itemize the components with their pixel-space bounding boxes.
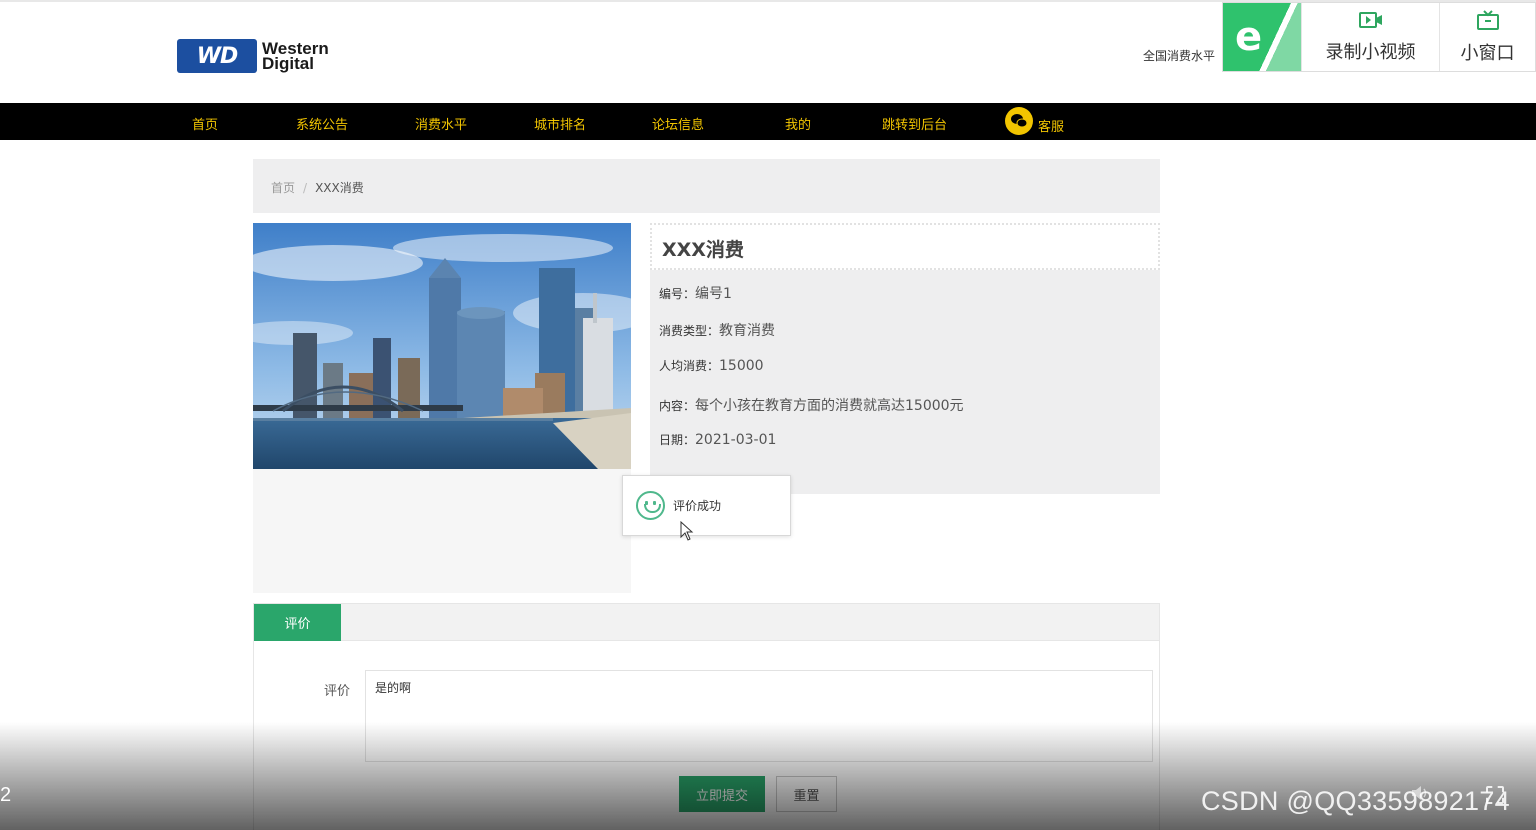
top-link-consumption[interactable]: 全国消费水平 — [1143, 47, 1223, 64]
success-toast: 评价成功 — [622, 475, 791, 536]
nav-consumption-level[interactable]: 消费水平 — [415, 114, 467, 133]
smile-icon — [636, 491, 665, 520]
wd-logo[interactable]: WD Western Digital — [177, 38, 353, 74]
record-video-button[interactable]: 录制小视频 — [1301, 3, 1439, 71]
wd-logo-text: Western Digital — [262, 39, 329, 73]
breadcrumb: 首页 / XXX消费 — [253, 159, 1160, 213]
nav-mine[interactable]: 我的 — [785, 114, 811, 133]
detail-row-id: 编号：编号1 — [659, 286, 732, 302]
breadcrumb-current: XXX消费 — [315, 181, 364, 195]
detail-row-date: 日期：2021-03-01 — [659, 432, 777, 448]
detail-row-per-capita: 人均消费：15000 — [659, 358, 764, 374]
nav-forum[interactable]: 论坛信息 — [652, 114, 704, 133]
nav-home[interactable]: 首页 — [192, 114, 218, 133]
wechat-icon — [1005, 107, 1033, 135]
breadcrumb-separator: / — [303, 181, 308, 195]
customer-service-label: 客服 — [1038, 119, 1065, 135]
nav-city-ranking[interactable]: 城市排名 — [534, 114, 586, 133]
detail-row-content: 内容：每个小孩在教育方面的消费就高达15000元 — [659, 398, 964, 414]
recorder-toolbar: e 录制小视频 小窗口 — [1222, 2, 1536, 72]
video-counter: 2 — [0, 784, 12, 806]
detail-row-type: 消费类型：教育消费 — [659, 323, 776, 339]
main-nav: 首页 系统公告 消费水平 城市排名 论坛信息 我的 跳转到后台 客服 — [0, 103, 1536, 140]
comment-tab-bar: 评价 — [253, 603, 1160, 641]
nav-customer-service[interactable]: 客服 — [1005, 107, 1064, 135]
volume-icon[interactable] — [1410, 784, 1432, 807]
nav-admin[interactable]: 跳转到后台 — [882, 114, 947, 133]
record-video-label: 录制小视频 — [1325, 41, 1416, 63]
mouse-cursor-icon — [680, 521, 694, 541]
submit-button[interactable]: 立即提交 — [679, 776, 765, 812]
comment-label: 评价 — [324, 684, 351, 699]
video-camera-icon — [1358, 11, 1383, 34]
mini-window-label: 小窗口 — [1460, 42, 1515, 64]
mini-window-button[interactable]: 小窗口 — [1439, 3, 1535, 71]
csdn-watermark: CSDN @QQ3359892174 — [1201, 786, 1510, 816]
comment-textarea[interactable]: 是的啊 — [365, 670, 1153, 762]
wd-logo-mark: WD — [177, 39, 257, 73]
tab-comment[interactable]: 评价 — [254, 604, 341, 641]
tv-icon — [1476, 9, 1500, 35]
reset-button[interactable]: 重置 — [776, 776, 837, 812]
nav-announcements[interactable]: 系统公告 — [296, 114, 348, 133]
toast-message: 评价成功 — [673, 499, 722, 513]
city-skyline-image — [253, 223, 631, 469]
detail-title: XXX消费 — [650, 223, 1160, 270]
breadcrumb-home[interactable]: 首页 — [271, 181, 295, 195]
browser-e-icon[interactable]: e — [1223, 3, 1301, 71]
image-panel — [253, 223, 631, 593]
consumption-detail-panel: XXX消费 编号：编号1 消费类型：教育消费 人均消费：15000 内容：每个小… — [650, 223, 1160, 494]
